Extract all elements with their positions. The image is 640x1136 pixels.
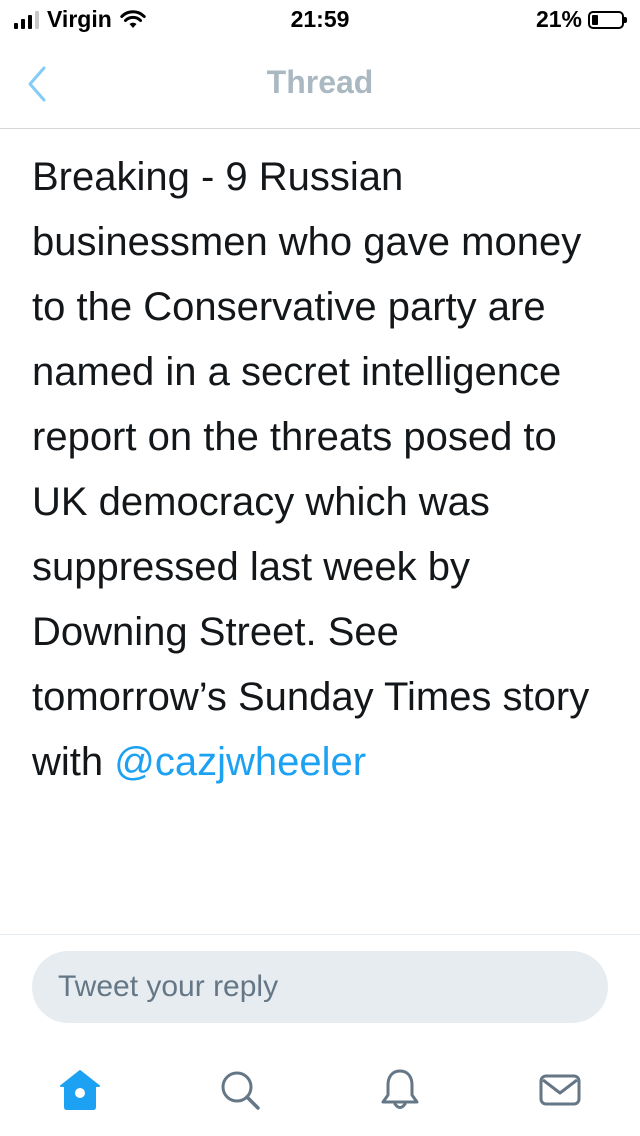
- status-bar: Virgin 21:59 21%: [0, 0, 640, 40]
- mail-icon: [539, 1074, 581, 1106]
- navigation-bar: Thread: [0, 40, 640, 129]
- divider: [0, 934, 640, 935]
- tab-messages[interactable]: [530, 1060, 590, 1120]
- home-icon: [60, 1070, 100, 1110]
- tab-home[interactable]: [50, 1060, 110, 1120]
- page-title: Thread: [266, 64, 374, 100]
- tab-notifications[interactable]: [370, 1060, 430, 1120]
- mention-link[interactable]: @cazjwheeler: [114, 740, 366, 784]
- tab-search[interactable]: [210, 1060, 270, 1120]
- status-right: 21%: [535, 6, 627, 33]
- search-icon: [221, 1071, 260, 1110]
- reply-input[interactable]: Tweet your reply: [32, 951, 608, 1023]
- tweet-text: Breaking - 9 Russian businessmen who gav…: [32, 145, 602, 795]
- tab-bar: [0, 1040, 640, 1136]
- bell-icon: [381, 1069, 419, 1109]
- battery-icon: [588, 10, 627, 29]
- battery-percentage: 21%: [535, 6, 582, 32]
- tweet-body-text: Breaking - 9 Russian businessmen who gav…: [32, 155, 590, 784]
